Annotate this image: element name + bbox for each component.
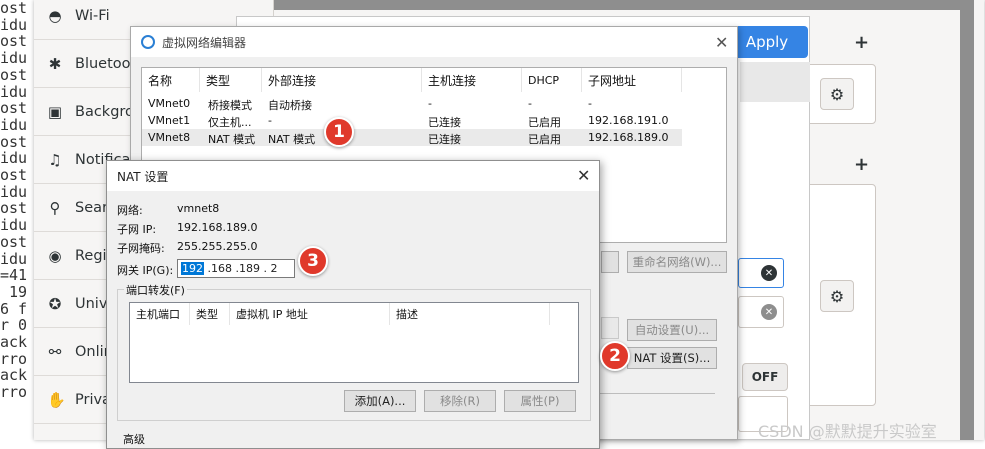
cell-name: VMnet1 [148, 114, 191, 127]
properties-button[interactable]: 属性(P) [504, 390, 576, 412]
network-value: vmnet8 [177, 202, 220, 215]
port-forwarding-group: 端口转发(F) 主机端口 类型 虚拟机 IP 地址 描述 添加(A)... 移除… [117, 282, 591, 421]
cell-dhcp: 已启用 [528, 116, 561, 129]
cell-host: - [428, 97, 432, 110]
gateway-ip-selected-octet: 192 [181, 262, 204, 275]
gear-icon[interactable]: ⚙ [820, 78, 854, 110]
step-badge-3: 3 [298, 246, 328, 276]
cell-host: 已连接 [428, 116, 461, 129]
bluetooth-icon: ✱ [48, 54, 62, 73]
nat-title: NAT 设置 [117, 169, 169, 184]
col-header-host[interactable]: 主机连接 [422, 68, 522, 92]
step-badge-1: 1 [324, 117, 354, 147]
close-icon[interactable]: ✕ [715, 33, 728, 52]
subnet-mask-value: 255.255.255.0 [177, 240, 258, 253]
col-header-type[interactable]: 类型 [200, 68, 262, 92]
vne-title: 虚拟网络编辑器 [162, 35, 247, 50]
cell-subnet: 192.168.189.0 [588, 131, 669, 144]
port-forwarding-table[interactable]: 主机端口 类型 虚拟机 IP 地址 描述 [129, 302, 579, 383]
nat-settings-button[interactable]: NAT 设置(S)... [627, 347, 717, 369]
background-icon: ▣ [47, 102, 63, 121]
cell-dhcp: - [528, 97, 532, 110]
cell-ext: NAT 模式 [268, 133, 316, 146]
separator [599, 393, 715, 394]
auto-settings-button[interactable]: 自动设置(U)... [627, 319, 717, 341]
gateway-ip-label: 网关 IP(G): [117, 264, 174, 277]
cell-subnet: - [588, 97, 592, 110]
cell-type: 仅主机... [208, 116, 252, 129]
search-icon: ⚲ [49, 198, 61, 217]
clear-field-icon[interactable]: ✕ [761, 265, 777, 281]
cell-ext: 自动桥接 [268, 99, 312, 112]
col-header-host-port[interactable]: 主机端口 [130, 303, 190, 325]
clear-field-icon-2[interactable]: ✕ [761, 304, 777, 320]
rename-network-button[interactable]: 重命名网络(W)... [627, 251, 727, 273]
col-header-name[interactable]: 名称 [142, 68, 200, 92]
cell-ext: - [268, 114, 272, 127]
col-header-vm-ip[interactable]: 虚拟机 IP 地址 [230, 303, 390, 325]
network-dialog-tabbar [740, 62, 810, 102]
camera-icon: ◉ [48, 246, 62, 265]
bell-icon: ♫ [48, 150, 62, 169]
cell-name: VMnet8 [148, 131, 191, 144]
gear-icon-2[interactable]: ⚙ [820, 280, 854, 312]
cell-type: 桥接模式 [208, 99, 252, 112]
wifi-icon: ◓ [48, 6, 62, 25]
advanced-label: 高级 [123, 433, 145, 446]
hand-icon: ✋ [47, 390, 66, 409]
cell-dhcp: 已启用 [528, 133, 561, 146]
gateway-ip-input[interactable]: 192 .168 .189 . 2 [177, 259, 295, 278]
add-button[interactable]: 添加(A)... [344, 390, 416, 412]
network-globe-icon [141, 35, 155, 49]
subnet-ip-label: 子网 IP: [117, 223, 157, 236]
table-row-vmnet1[interactable]: VMnet1 仅主机... - 已连接 已启用 192.168.191.0 [142, 112, 682, 129]
gateway-ip-rest: .168 .189 . 2 [204, 262, 278, 275]
add-vpn-icon[interactable]: + [854, 154, 869, 175]
online-accounts-icon: ⚯ [48, 342, 62, 361]
table-row-vmnet8[interactable]: VMnet8 NAT 模式 NAT 模式 已连接 已启用 192.168.189… [142, 129, 682, 146]
sidebar-item-label: Bluetoot [75, 55, 137, 72]
col-header-description[interactable]: 描述 [390, 303, 550, 325]
vne-titlebar: 虚拟网络编辑器 [131, 27, 737, 57]
port-forwarding-label: 端口转发(F) [124, 282, 187, 298]
remove-button[interactable]: 移除(R) [424, 390, 496, 412]
network-label: 网络: [117, 204, 143, 217]
watermark: CSDN @默默提升实验室 [758, 422, 937, 441]
close-icon[interactable]: ✕ [577, 166, 590, 185]
table-row-vmnet0[interactable]: VMnet0 桥接模式 自动桥接 - - - [142, 95, 682, 112]
col-header-subnet[interactable]: 子网地址 [582, 68, 682, 92]
cell-name: VMnet0 [148, 97, 191, 110]
accessibility-icon: ✪ [48, 294, 62, 313]
nat-settings-dialog: NAT 设置 ✕ 网络: vmnet8 子网 IP: 192.168.189.0… [106, 160, 600, 449]
settings-right-edge [960, 0, 974, 440]
col-header-dhcp[interactable]: DHCP [522, 68, 582, 92]
subnet-mask-label: 子网掩码: [117, 242, 165, 255]
subnet-ip-value: 192.168.189.0 [177, 221, 258, 234]
settings-header-bar [274, 0, 974, 10]
bridge-dropdown[interactable] [601, 317, 619, 339]
cell-host: 已连接 [428, 133, 461, 146]
cell-type: NAT 模式 [208, 133, 256, 146]
step-badge-2: 2 [600, 341, 630, 371]
col-header-type[interactable]: 类型 [190, 303, 230, 325]
sidebar-item-label: Wi-Fi [75, 7, 110, 24]
off-toggle-button[interactable]: OFF [742, 363, 788, 391]
col-header-external[interactable]: 外部连接 [262, 68, 422, 92]
apply-button[interactable]: Apply [726, 26, 808, 58]
cell-subnet: 192.168.191.0 [588, 114, 669, 127]
truncated-button[interactable] [601, 251, 619, 273]
add-connection-icon[interactable]: + [854, 32, 869, 53]
nat-titlebar: NAT 设置 [107, 161, 599, 191]
